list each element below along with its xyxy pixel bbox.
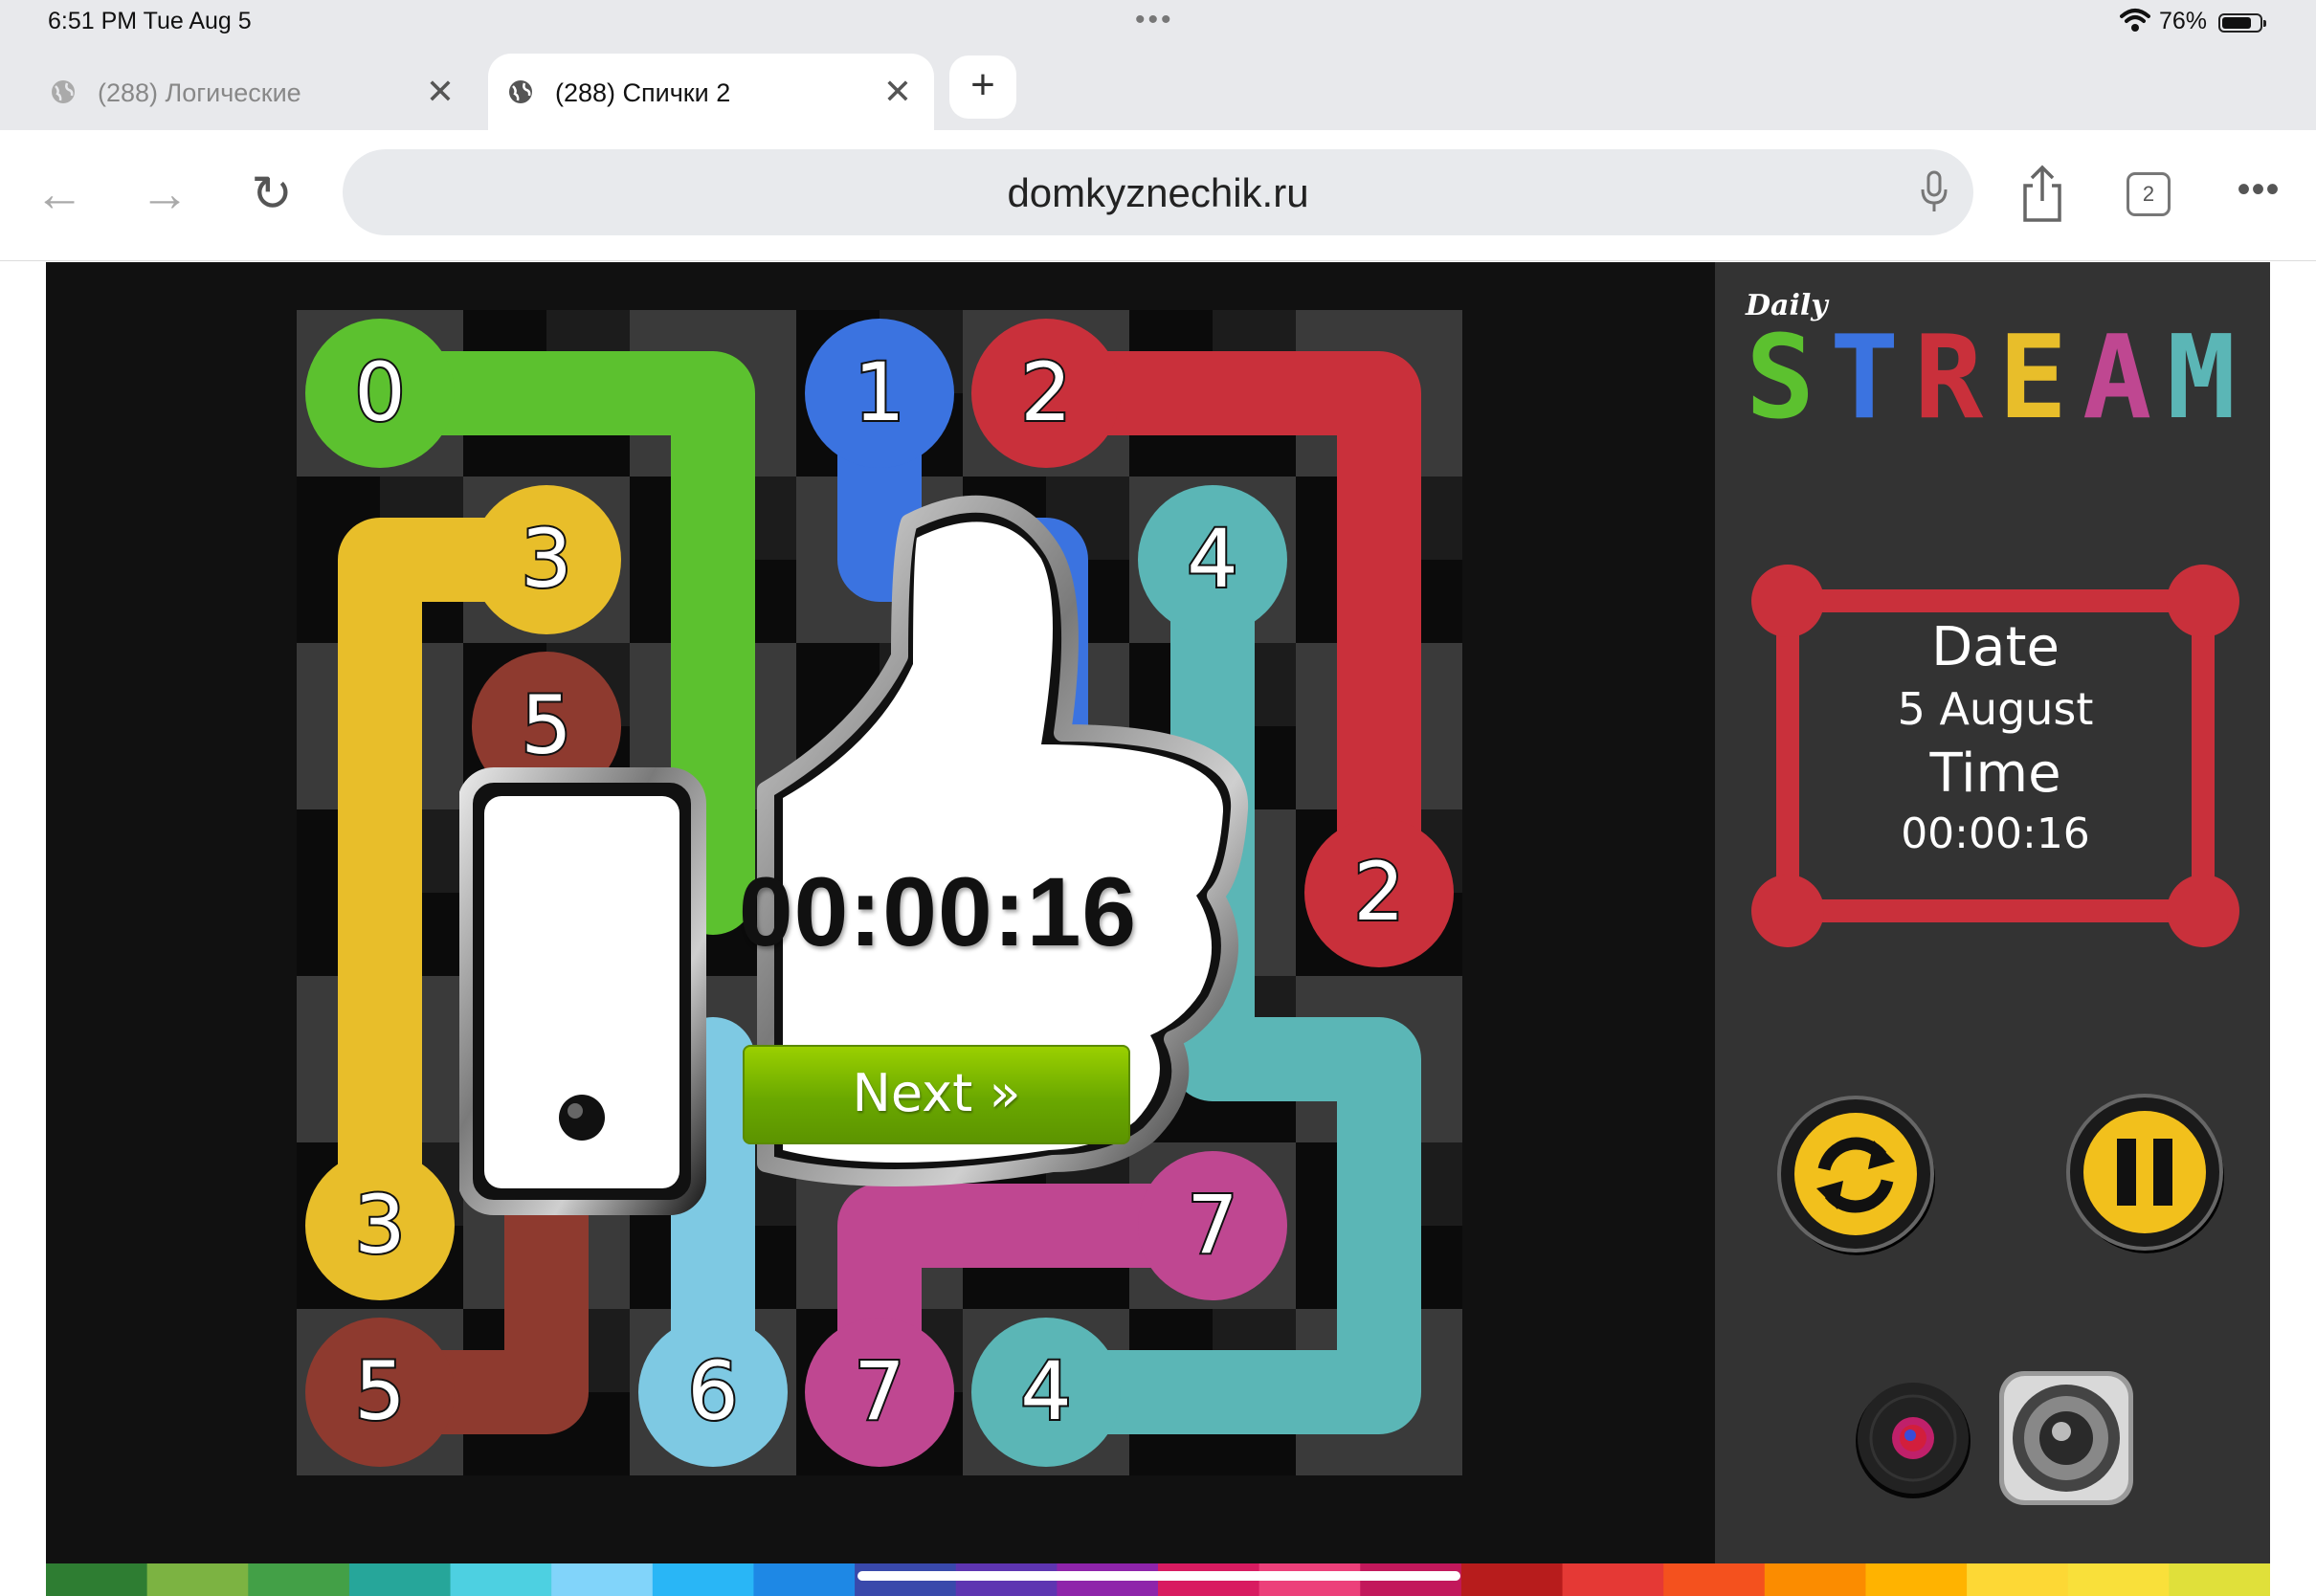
back-arrow-icon[interactable]: ← — [31, 166, 88, 224]
multitasking-dots[interactable]: ••• — [1135, 4, 1174, 36]
url-text[interactable]: domkyznechik.ru — [343, 170, 1973, 216]
logo-letter: M — [2167, 318, 2236, 432]
side-panel: Daily STREAM Date 5 August Time 00:00:16 — [1715, 262, 2270, 1596]
time-label: Time — [1929, 743, 2061, 805]
globe-icon — [509, 80, 532, 103]
strip-segment — [551, 1563, 654, 1596]
endpoint-number: 5 — [354, 1344, 405, 1438]
restart-button[interactable] — [1774, 1093, 1937, 1255]
endpoint-number: 7 — [854, 1344, 904, 1438]
logo-letter: E — [1998, 318, 2067, 432]
close-tab-icon[interactable]: ✕ — [423, 75, 457, 109]
strip-segment — [1865, 1563, 1969, 1596]
stream-logo: Daily STREAM — [1734, 279, 2251, 432]
close-tab-icon[interactable]: ✕ — [880, 75, 915, 109]
globe-icon — [52, 80, 75, 103]
date-value: 5 August — [1897, 683, 2094, 735]
strip-segment — [1967, 1563, 2069, 1596]
forward-arrow-icon[interactable]: → — [136, 166, 193, 224]
strip-segment — [2169, 1563, 2270, 1596]
more-menu-icon[interactable]: ••• — [2230, 163, 2287, 220]
time-value: 00:00:16 — [1901, 809, 2090, 858]
battery-percent: 76% — [2159, 8, 2208, 34]
tab-label: (288) Логические — [98, 78, 301, 107]
new-tab-button[interactable]: + — [949, 55, 1016, 119]
browser-toolbar: ← → ↻ domkyznechik.ru 2 ••• — [0, 130, 2316, 261]
endpoint-number: 3 — [354, 1178, 405, 1272]
strip-segment — [248, 1563, 350, 1596]
strip-segment — [46, 1563, 148, 1596]
logo-letter: R — [1914, 318, 1984, 432]
strip-segment — [1460, 1563, 1564, 1596]
tab-count-button[interactable]: 2 — [2127, 172, 2171, 216]
strip-segment — [2067, 1563, 2171, 1596]
logo-letter: T — [1830, 318, 1899, 432]
endpoint-number: 4 — [1020, 1344, 1071, 1438]
status-bar: 6:51 PM Tue Aug 5 ••• 76% — [0, 0, 2316, 46]
endpoint-number: 2 — [1353, 845, 1404, 939]
reload-icon[interactable]: ↻ — [243, 166, 301, 224]
status-time: 6:51 PM Tue Aug 5 — [48, 8, 252, 34]
strip-segment — [1562, 1563, 1665, 1596]
endpoint-number: 0 — [354, 345, 405, 439]
home-indicator — [857, 1571, 1460, 1581]
logo-letter: A — [2082, 318, 2151, 432]
music-toggle-icon[interactable] — [1851, 1376, 1975, 1500]
strip-segment — [652, 1563, 755, 1596]
endpoint-number: 6 — [687, 1344, 738, 1438]
address-bar[interactable]: domkyznechik.ru — [343, 149, 1973, 235]
endpoint-number: 1 — [854, 345, 904, 439]
tab-bar: (288) Логические ✕ (288) Спички 2 ✕ + — [0, 46, 2316, 130]
endpoint-number: 2 — [1020, 345, 1071, 439]
speaker-icon[interactable] — [1994, 1366, 2138, 1510]
strip-segment — [146, 1563, 250, 1596]
tab-spichki-2[interactable]: (288) Спички 2 ✕ — [488, 54, 934, 130]
next-button[interactable]: Next » — [743, 1045, 1130, 1144]
tab-label: (288) Спички 2 — [555, 78, 731, 107]
strip-segment — [348, 1563, 452, 1596]
battery-icon — [2218, 13, 2266, 33]
pause-button[interactable] — [2063, 1091, 2226, 1253]
date-label: Date — [1931, 616, 2060, 678]
strip-segment — [450, 1563, 553, 1596]
strip-segment — [1764, 1563, 1867, 1596]
logo-letter: S — [1746, 318, 1815, 432]
strip-segment — [1663, 1563, 1766, 1596]
wifi-icon — [2120, 9, 2150, 32]
share-icon[interactable] — [2017, 165, 2067, 224]
microphone-icon[interactable] — [1920, 170, 1949, 214]
finish-time: 00:00:16 — [738, 857, 1138, 966]
tab-logicheskie[interactable]: (288) Логические ✕ — [31, 54, 473, 130]
strip-segment — [753, 1563, 857, 1596]
